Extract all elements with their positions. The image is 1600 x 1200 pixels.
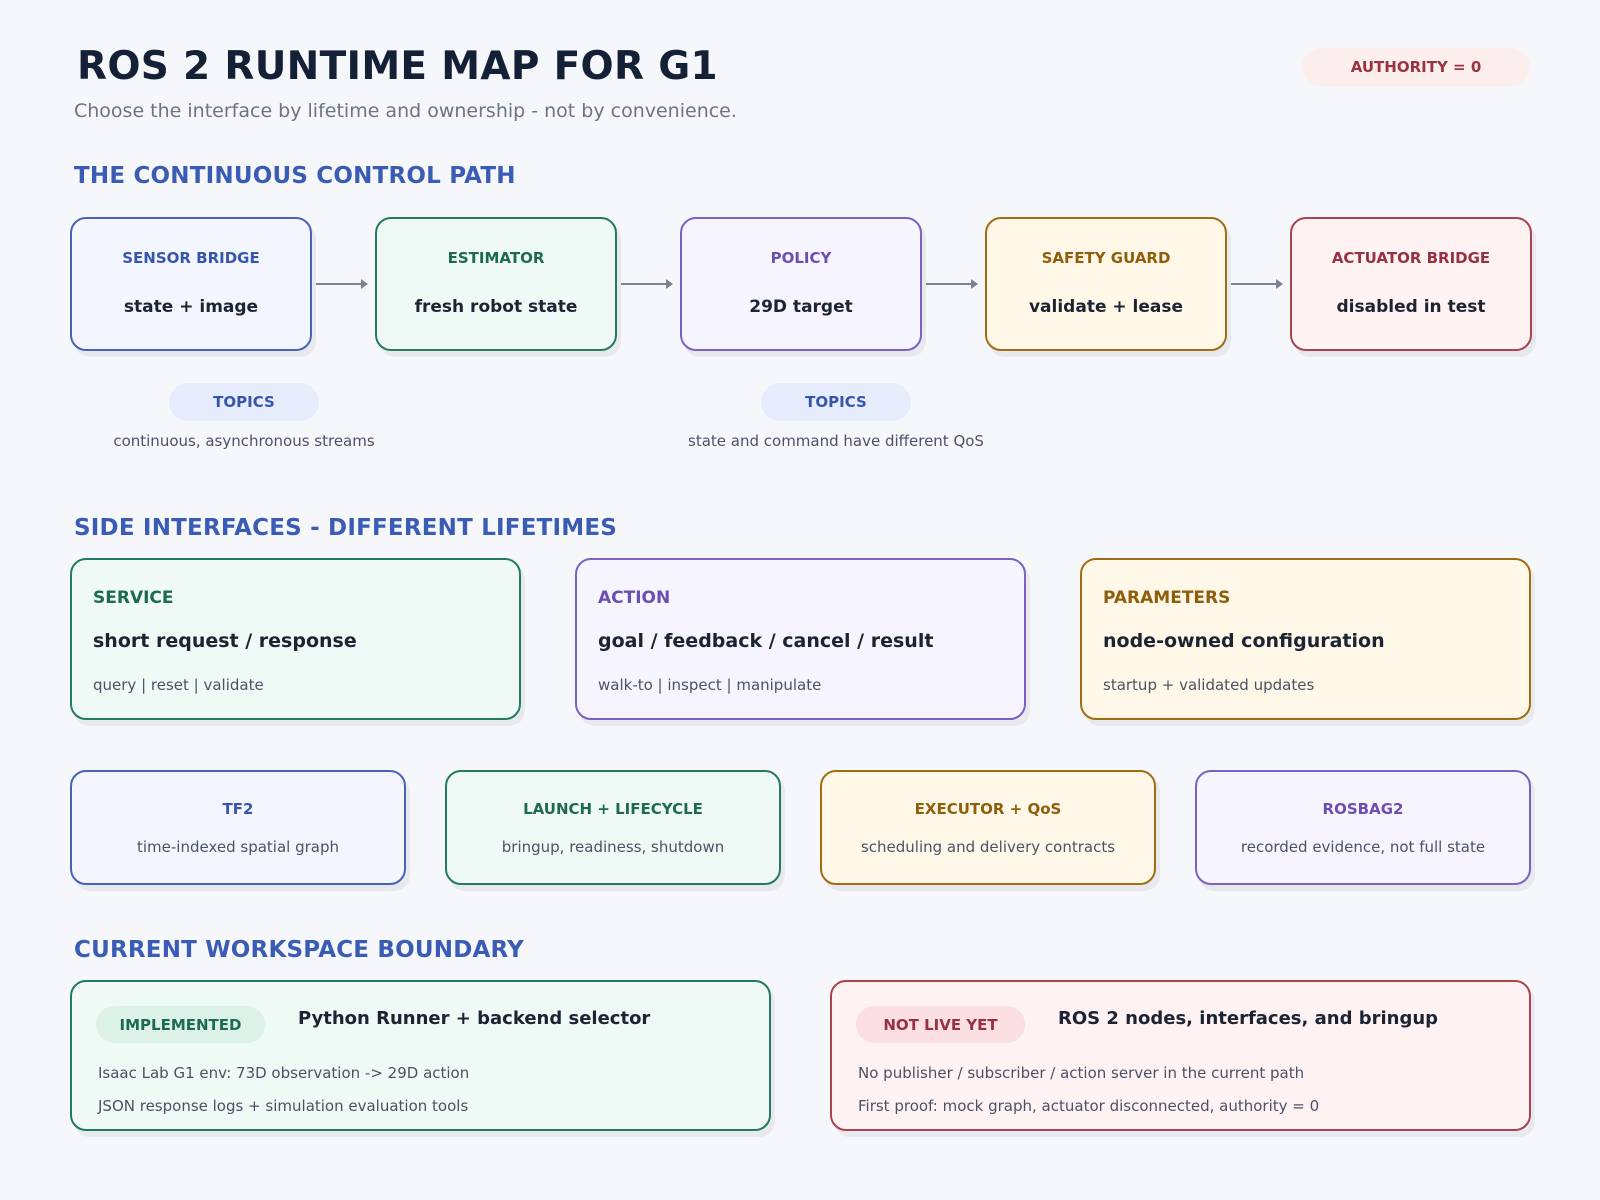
node-value: 29D target bbox=[749, 297, 853, 317]
pipeline-node-estimator: ESTIMATOR fresh robot state bbox=[375, 217, 617, 351]
node-label: POLICY bbox=[770, 249, 832, 267]
topics-note: continuous, asynchronous streams bbox=[113, 432, 375, 450]
card-heading: node-owned configuration bbox=[1103, 630, 1385, 652]
card-line: No publisher / subscriber / action serve… bbox=[858, 1064, 1305, 1082]
card-description: scheduling and delivery contracts bbox=[860, 838, 1116, 856]
tool-card-rosbag2: ROSBAG2 recorded evidence, not full stat… bbox=[1195, 770, 1531, 885]
section-title-side-interfaces: SIDE INTERFACES - DIFFERENT LIFETIMES bbox=[74, 515, 618, 541]
card-line: JSON response logs + simulation evaluati… bbox=[98, 1097, 469, 1115]
tool-card-launch-lifecycle: LAUNCH + LIFECYCLE bringup, readiness, s… bbox=[445, 770, 781, 885]
side-card-service: SERVICE short request / response query |… bbox=[70, 558, 521, 720]
pipeline-arrow bbox=[316, 279, 368, 289]
pipeline-node-policy: POLICY 29D target bbox=[680, 217, 922, 351]
section-title-control-path: THE CONTINUOUS CONTROL PATH bbox=[74, 163, 516, 189]
topics-pill: TOPICS bbox=[761, 383, 911, 421]
section-title-workspace-boundary: CURRENT WORKSPACE BOUNDARY bbox=[74, 937, 525, 963]
topics-note: state and command have different QoS bbox=[688, 432, 984, 450]
pipeline-arrow bbox=[1231, 279, 1283, 289]
card-heading: goal / feedback / cancel / result bbox=[598, 630, 934, 652]
card-description: recorded evidence, not full state bbox=[1240, 838, 1486, 856]
status-badge-not-live: NOT LIVE YET bbox=[856, 1006, 1025, 1043]
node-value: fresh robot state bbox=[414, 297, 578, 317]
card-label: TF2 bbox=[222, 800, 254, 818]
card-description: time-indexed spatial graph bbox=[136, 838, 339, 856]
pipeline-node-actuator-bridge: ACTUATOR BRIDGE disabled in test bbox=[1290, 217, 1532, 351]
card-description: bringup, readiness, shutdown bbox=[501, 838, 725, 856]
authority-badge: AUTHORITY = 0 bbox=[1302, 48, 1530, 86]
node-value: validate + lease bbox=[1028, 297, 1184, 317]
card-line: Isaac Lab G1 env: 73D observation -> 29D… bbox=[98, 1064, 470, 1082]
card-line: First proof: mock graph, actuator discon… bbox=[858, 1097, 1320, 1115]
card-label: ACTION bbox=[598, 588, 671, 608]
card-heading: ROS 2 nodes, interfaces, and bringup bbox=[1058, 1008, 1439, 1029]
card-description: query | reset | validate bbox=[93, 676, 264, 694]
card-heading: short request / response bbox=[93, 630, 357, 652]
page-subtitle: Choose the interface by lifetime and own… bbox=[74, 100, 737, 122]
card-label: ROSBAG2 bbox=[1322, 800, 1404, 818]
node-label: SENSOR BRIDGE bbox=[122, 249, 260, 267]
boundary-card-implemented: IMPLEMENTED Python Runner + backend sele… bbox=[70, 980, 771, 1131]
node-value: disabled in test bbox=[1336, 297, 1486, 317]
card-description: startup + validated updates bbox=[1103, 676, 1315, 694]
node-value: state + image bbox=[123, 297, 259, 317]
node-label: SAFETY GUARD bbox=[1041, 249, 1171, 267]
pipeline-arrow bbox=[621, 279, 673, 289]
boundary-card-not-live: NOT LIVE YET ROS 2 nodes, interfaces, an… bbox=[830, 980, 1531, 1131]
card-heading: Python Runner + backend selector bbox=[298, 1008, 651, 1029]
card-label: LAUNCH + LIFECYCLE bbox=[523, 800, 703, 818]
card-description: walk-to | inspect | manipulate bbox=[598, 676, 822, 694]
pipeline-node-sensor-bridge: SENSOR BRIDGE state + image bbox=[70, 217, 312, 351]
node-label: ACTUATOR BRIDGE bbox=[1331, 249, 1491, 267]
pipeline-arrow bbox=[926, 279, 978, 289]
side-card-parameters: PARAMETERS node-owned configuration star… bbox=[1080, 558, 1531, 720]
topics-pill: TOPICS bbox=[169, 383, 319, 421]
status-badge-implemented: IMPLEMENTED bbox=[96, 1006, 265, 1043]
card-label: EXECUTOR + QoS bbox=[914, 800, 1062, 818]
card-label: PARAMETERS bbox=[1103, 588, 1231, 608]
side-card-action: ACTION goal / feedback / cancel / result… bbox=[575, 558, 1026, 720]
page-title: ROS 2 RUNTIME MAP FOR G1 bbox=[77, 44, 718, 89]
card-label: SERVICE bbox=[93, 588, 174, 608]
node-label: ESTIMATOR bbox=[447, 249, 545, 267]
tool-card-tf2: TF2 time-indexed spatial graph bbox=[70, 770, 406, 885]
pipeline-node-safety-guard: SAFETY GUARD validate + lease bbox=[985, 217, 1227, 351]
tool-card-executor-qos: EXECUTOR + QoS scheduling and delivery c… bbox=[820, 770, 1156, 885]
